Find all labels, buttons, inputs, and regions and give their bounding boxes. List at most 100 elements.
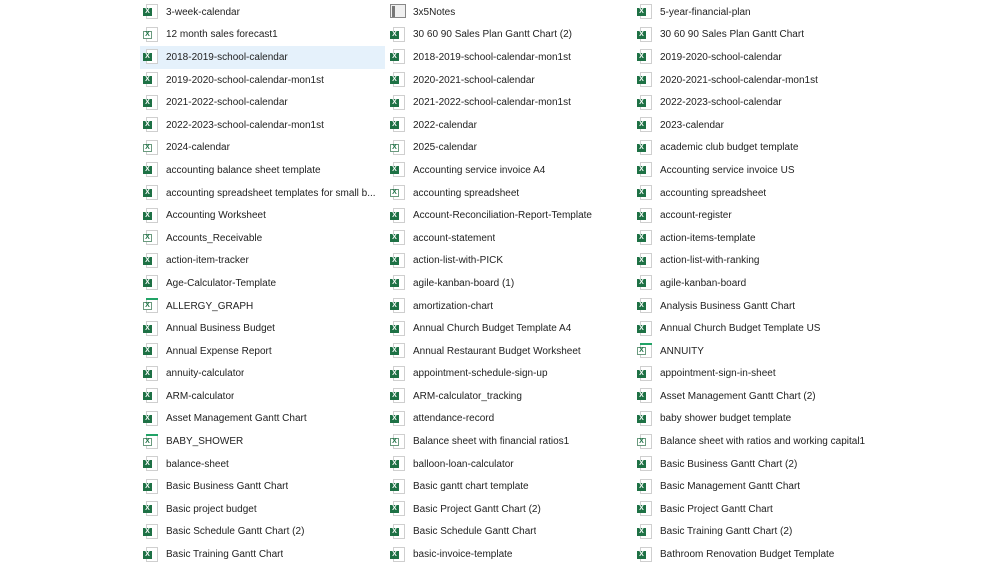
file-item[interactable]: X 2022-2023-school-calendar-mon1st [140,114,385,137]
excel-workbook-icon: X [390,501,406,517]
file-item[interactable]: X Analysis Business Gantt Chart [634,295,879,318]
file-item[interactable]: Xaction-list-with-ranking [634,250,879,273]
file-name: balloon-loan-calculator [413,458,514,470]
file-item[interactable]: X 2022-2023-school-calendar [634,91,879,114]
file-item[interactable]: Xannuity-calculator [140,363,385,386]
excel-workbook-icon: X [637,298,653,314]
file-item[interactable]: X Annual Restaurant Budget Worksheet [387,340,632,363]
file-name: ALLERGY_GRAPH [166,300,254,312]
file-item[interactable]: X Accounting service invoice A4 [387,159,632,182]
file-name: 2022-2023-school-calendar [660,97,782,109]
file-item[interactable]: X 3x5Notes [387,1,632,24]
file-column: X 3-week-calendar X 12 month sales forecast… [140,1,385,566]
file-item[interactable]: X Accounts_Receivable [140,227,385,250]
file-item[interactable]: X Annual Church Budget Template US [634,317,879,340]
file-item[interactable]: Xbaby shower budget template [634,408,879,431]
file-item[interactable]: X ARM-calculator_tracking [387,385,632,408]
excel-workbook-icon: X [390,343,406,359]
file-item[interactable]: X 12 month sales forecast1 [140,24,385,47]
file-name: Basic Business Gantt Chart [166,481,289,493]
file-item[interactable]: X Account-Reconciliation-Report-Template [387,204,632,227]
file-item[interactable]: X Age-Calculator-Template [140,272,385,295]
excel-workbook-icon: X [390,320,406,337]
file-item[interactable]: Xattendance-record [387,408,632,431]
file-item[interactable]: X Basic Schedule Gantt Chart [387,521,632,544]
file-item[interactable]: X 30 60 90 Sales Plan Gantt Chart (2) [387,24,632,47]
file-item[interactable]: Xacademic club budget template [634,137,879,160]
file-item[interactable]: X BABY_SHOWER [140,430,385,453]
excel-workbook-icon: X [390,26,406,43]
file-name: Basic Schedule Gantt Chart (2) [166,526,305,538]
file-item[interactable]: X 2018-2019-school-calendar-mon1st [387,46,632,69]
file-item[interactable]: X 2021-2022-school-calendar-mon1st [387,91,632,114]
file-item[interactable]: Xbasic-invoice-template [387,543,632,566]
file-item[interactable]: Xamortization-chart [387,295,632,318]
file-name: Basic Project Gantt Chart (2) [413,503,541,515]
file-item[interactable]: X Basic Schedule Gantt Chart (2) [140,521,385,544]
file-item[interactable]: X Balance sheet with financial ratios1 [387,430,632,453]
file-item[interactable]: X 2023-calendar [634,114,879,137]
file-item[interactable]: X 30 60 90 Sales Plan Gantt Chart [634,24,879,47]
file-item[interactable]: X 2022-calendar [387,114,632,137]
file-item[interactable]: X Basic gantt chart template [387,475,632,498]
file-item[interactable]: X 2020-2021-school-calendar-mon1st [634,69,879,92]
file-item[interactable]: X Basic project budget [140,498,385,521]
excel-workbook-icon: X [143,478,159,495]
file-item[interactable]: X Basic Business Gantt Chart (2) [634,453,879,476]
excel-workbook-icon: X [637,4,653,20]
file-item[interactable]: X Basic Business Gantt Chart [140,475,385,498]
file-item[interactable]: X Bathroom Renovation Budget Template [634,543,879,566]
file-item[interactable]: X Basic Training Gantt Chart [140,543,385,566]
file-item[interactable]: Xaction-items-template [634,227,879,250]
file-item[interactable]: X Asset Management Gantt Chart [140,408,385,431]
file-item[interactable]: Xballoon-loan-calculator [387,453,632,476]
excel-workbook-icon: X [143,275,159,291]
file-name: accounting spreadsheet [413,187,520,199]
file-item[interactable]: Xappointment-schedule-sign-up [387,363,632,386]
file-item[interactable]: X ARM-calculator [140,385,385,408]
file-name: Annual Church Budget Template US [660,323,821,335]
excel-template-icon: X [637,433,653,450]
file-name: 2020-2021-school-calendar-mon1st [660,74,818,86]
file-item[interactable]: Xaccount-register [634,204,879,227]
file-item[interactable]: Xaccount-statement [387,227,632,250]
file-item[interactable]: Xagile-kanban-board (1) [387,272,632,295]
file-item[interactable]: X 2019-2020-school-calendar [634,46,879,69]
file-item[interactable]: X 2024-calendar [140,137,385,160]
file-item[interactable]: X 2025-calendar [387,137,632,160]
file-item[interactable]: Xaction-list-with-PICK [387,250,632,273]
file-item[interactable]: Xaccounting balance sheet template [140,159,385,182]
file-item[interactable]: X Annual Business Budget [140,317,385,340]
file-item[interactable]: X ANNUITY [634,340,879,363]
excel-workbook-icon: X [390,230,406,246]
excel-workbook-icon: X [143,320,159,337]
file-item[interactable]: Xaccounting spreadsheet templates for sm… [140,182,385,205]
file-item[interactable]: X Asset Management Gantt Chart (2) [634,385,879,408]
file-item[interactable]: X Balance sheet with ratios and working c… [634,430,879,453]
file-item[interactable]: Xaccounting spreadsheet [387,182,632,205]
file-item[interactable]: X 2018-2019-school-calendar [140,46,385,69]
excel-template-icon: X [390,185,406,201]
file-item[interactable]: X 3-week-calendar [140,1,385,24]
file-item[interactable]: X 2019-2020-school-calendar-mon1st [140,69,385,92]
file-item[interactable]: X Basic Project Gantt Chart [634,498,879,521]
excel-workbook-icon: X [637,410,653,427]
file-item[interactable]: X Basic Project Gantt Chart (2) [387,498,632,521]
file-item[interactable]: X Basic Training Gantt Chart (2) [634,521,879,544]
file-item[interactable]: X Accounting service invoice US [634,159,879,182]
file-item[interactable]: Xagile-kanban-board [634,272,879,295]
file-item[interactable]: X 2021-2022-school-calendar [140,91,385,114]
file-item[interactable]: X Annual Church Budget Template A4 [387,317,632,340]
file-item[interactable]: X Basic Management Gantt Chart [634,475,879,498]
file-item[interactable]: X Annual Expense Report [140,340,385,363]
file-item[interactable]: Xbalance-sheet [140,453,385,476]
notes-file-icon: X [390,4,406,20]
file-item[interactable]: Xaccounting spreadsheet [634,182,879,205]
file-item[interactable]: X Accounting Worksheet [140,204,385,227]
file-item[interactable]: X 2020-2021-school-calendar [387,69,632,92]
file-item[interactable]: X 5-year-financial-plan [634,1,879,24]
file-item[interactable]: X ALLERGY_GRAPH [140,295,385,318]
excel-chart-file-icon: X [637,343,653,359]
file-item[interactable]: Xappointment-sign-in-sheet [634,363,879,386]
file-item[interactable]: Xaction-item-tracker [140,250,385,273]
